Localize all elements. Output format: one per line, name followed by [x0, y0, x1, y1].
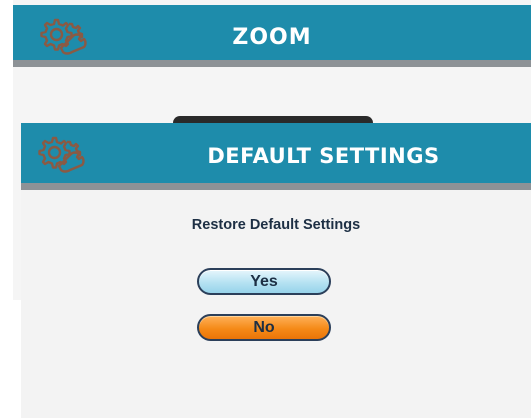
zoom-header: ZOOM — [13, 5, 531, 67]
yes-button[interactable]: Yes — [197, 268, 331, 295]
no-button-label: No — [253, 318, 275, 336]
dialog-header: DEFAULT SETTINGS — [21, 123, 531, 190]
zoom-title: ZOOM — [232, 25, 312, 50]
gear-wrench-icon — [38, 136, 85, 173]
default-settings-dialog: DEFAULT SETTINGS Restore Default Setting… — [21, 123, 531, 418]
screen: ZOOM DEFAULT SETTINGS Restore Default Se… — [0, 0, 531, 418]
dialog-message: Restore Default Settings — [191, 217, 361, 233]
yes-button-label: Yes — [250, 272, 278, 290]
dialog-title: DEFAULT SETTINGS — [207, 144, 440, 168]
no-button[interactable]: No — [197, 314, 331, 341]
